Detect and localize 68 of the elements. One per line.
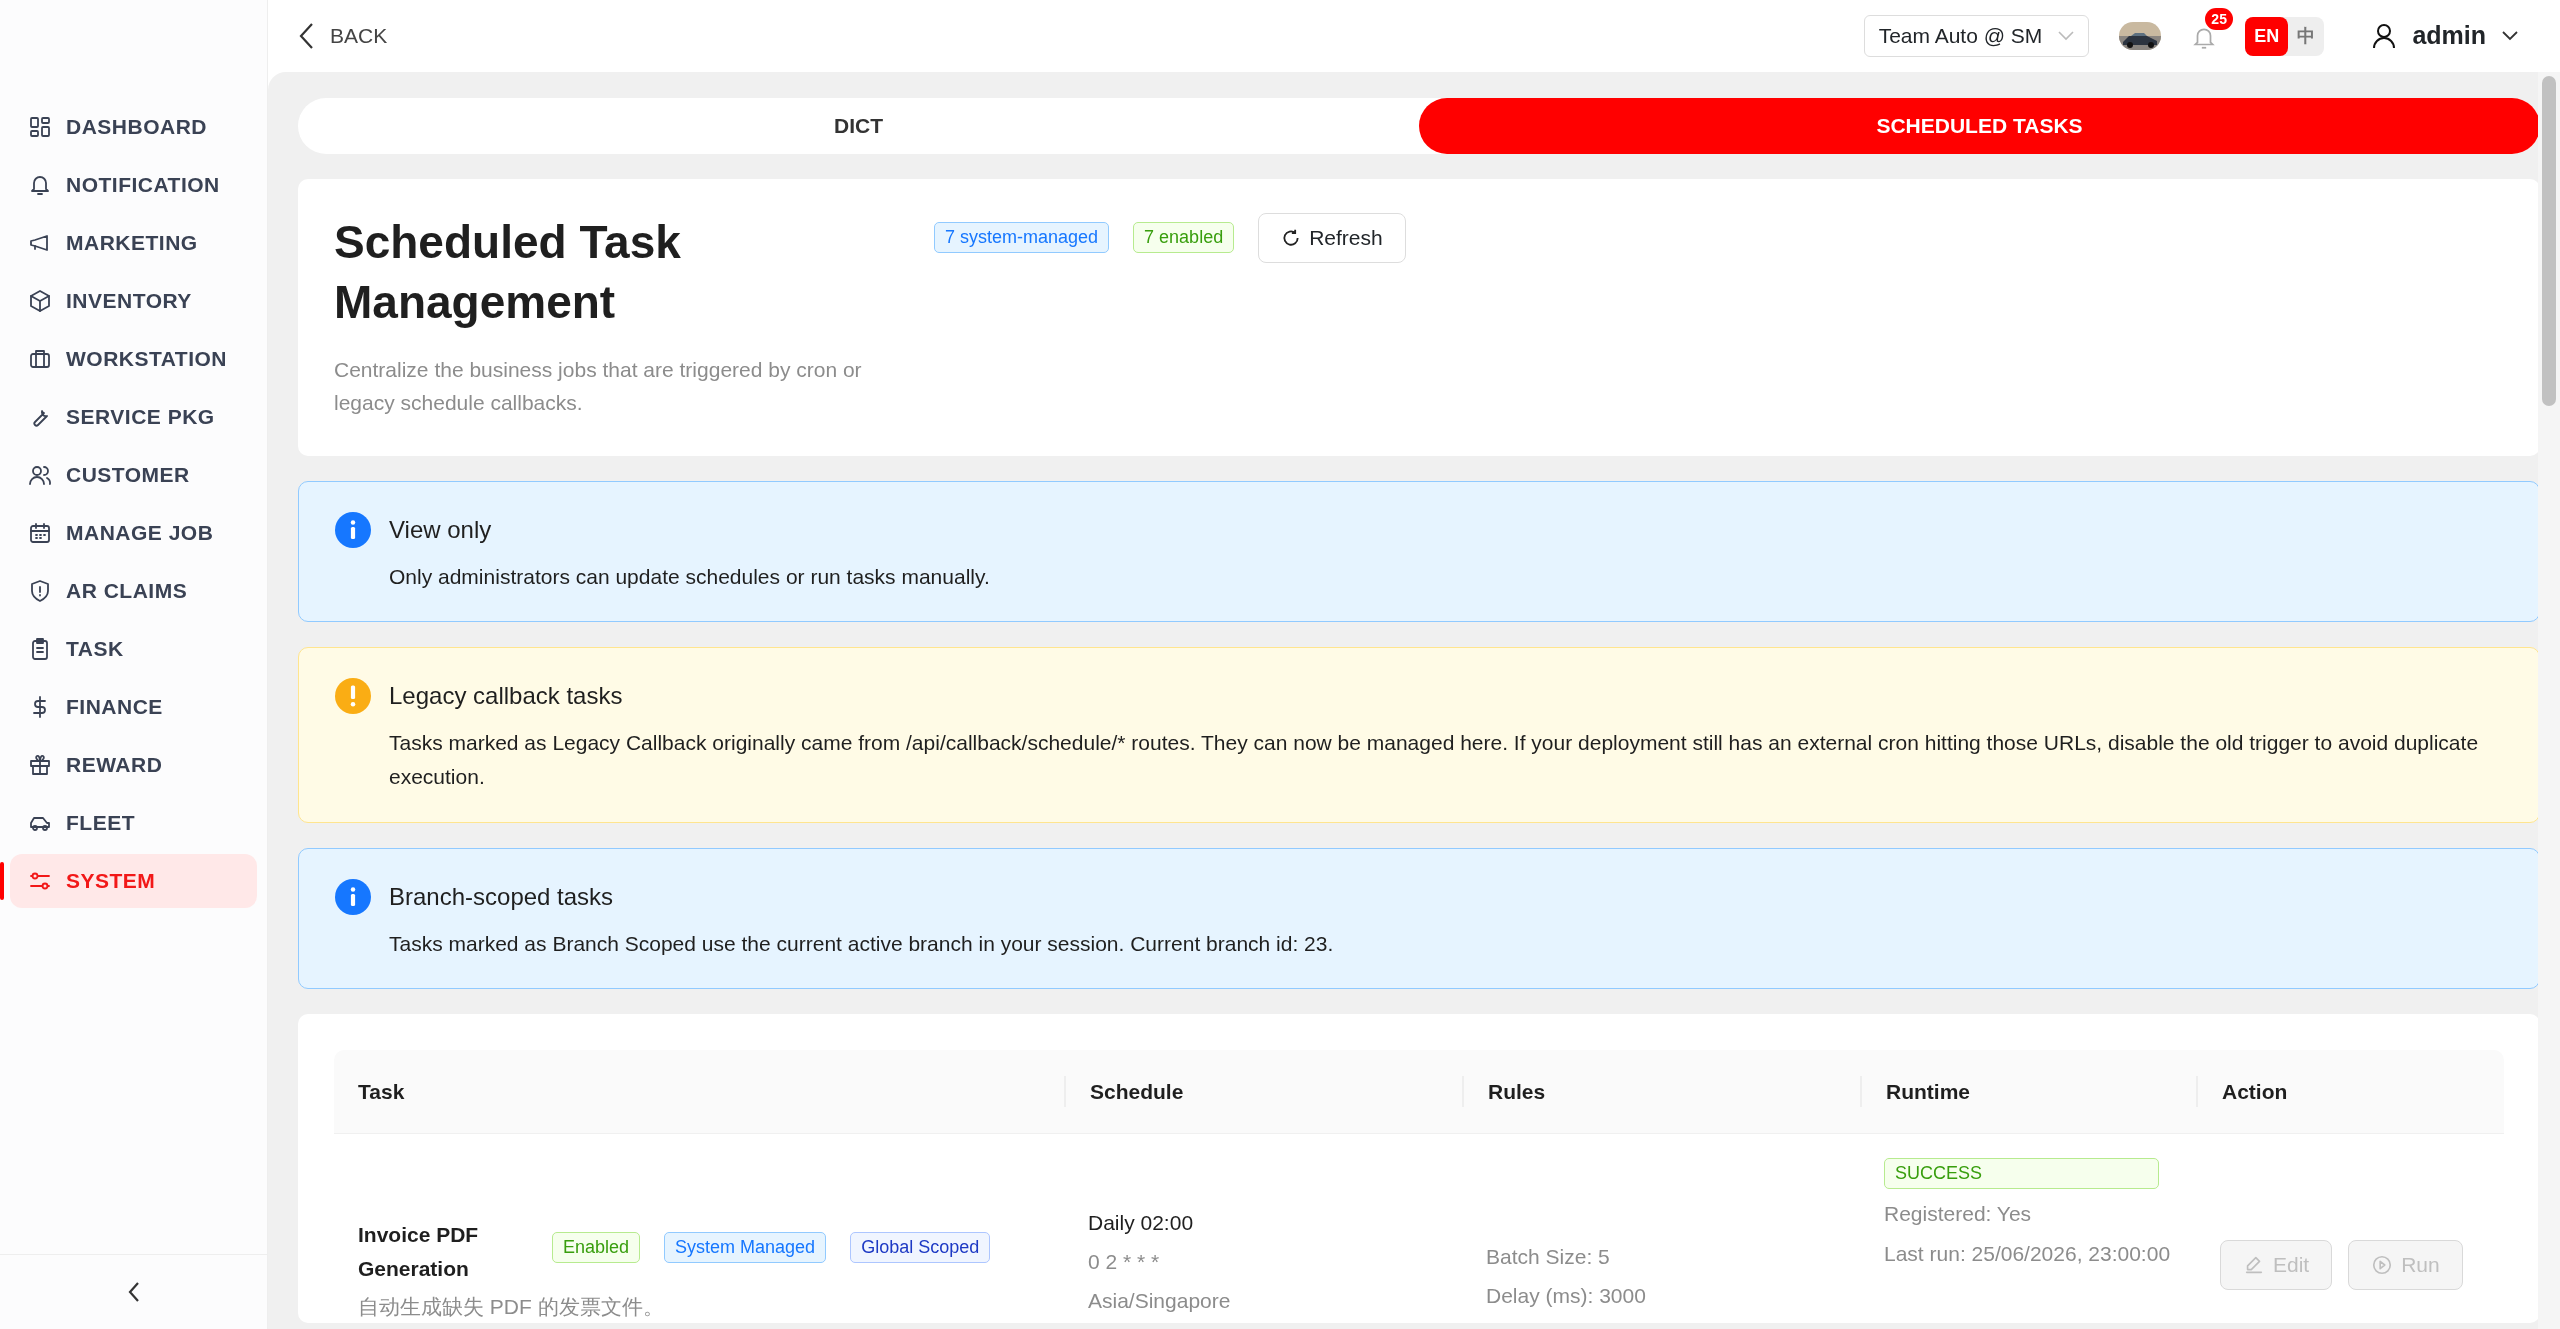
tab[interactable]: DICT: [298, 98, 1419, 154]
runtime-text: Registered: Yes: [1884, 1201, 2033, 1228]
grid-icon: [28, 115, 52, 139]
info-icon: [335, 511, 371, 548]
status-tag: Enabled: [552, 1232, 641, 1264]
sidebar-item[interactable]: MARKETING: [10, 216, 257, 270]
branch-select[interactable]: Team Auto @ SM: [1863, 15, 2090, 57]
box-icon: [28, 289, 52, 313]
column-header: Runtime: [1860, 1075, 2196, 1108]
collapse-icon[interactable]: [126, 1281, 141, 1303]
alert-text: Tasks marked as Branch Scoped use the current active branch in your session. Current branch id: 23.: [389, 930, 1334, 957]
sidebar-item[interactable]: TASK: [10, 622, 257, 676]
bell-icon: [28, 173, 52, 197]
back-button[interactable]: BACK: [298, 20, 388, 52]
runtime-text: Last run: 25/06/2026, 23:00:00: [1884, 1240, 2172, 1267]
user-icon: [2372, 23, 2397, 49]
chevron-down-icon: [2058, 31, 2075, 41]
alert-title: View only: [389, 514, 493, 545]
play-icon: [2371, 1253, 2394, 1276]
task-name: Invoice PDF Generation: [358, 1222, 480, 1282]
sidebar-item[interactable]: INVENTORY: [10, 274, 257, 328]
shield-icon: [28, 579, 52, 603]
count-tag: 7 enabled: [1133, 222, 1235, 254]
gift-icon: [28, 753, 52, 777]
language-toggle[interactable]: EN: [2245, 16, 2289, 56]
sidebar-item[interactable]: WORKSTATION: [10, 332, 257, 386]
users-icon: [28, 463, 52, 487]
notification-count: 25: [2205, 8, 2233, 31]
rule-text: Batch Size: 5: [1486, 1244, 1611, 1271]
status-tag: System Managed: [664, 1232, 827, 1264]
column-header: Rules: [1462, 1075, 1860, 1108]
alert-text: Only administrators can update schedules or run tasks manually.: [389, 563, 990, 590]
alert-text: Tasks marked as Legacy Callback originally came from /api/callback/schedule/* routes. They can now be managed here. If your deployment still has an external cron hitting those URLs, disable the old trigger to avoid duplicate execution.: [389, 730, 2480, 790]
task-description: 自动生成缺失 PDF 的发票文件。: [358, 1294, 665, 1321]
briefcase-icon: [28, 347, 52, 371]
tab[interactable]: SCHEDULED TASKS: [1419, 98, 2540, 154]
rule-text: Delay (ms): 3000: [1486, 1283, 1647, 1309]
alert-title: Legacy callback tasks: [389, 681, 624, 712]
sidebar-item[interactable]: FINANCE: [10, 680, 257, 734]
sidebar-item[interactable]: AR CLAIMS: [10, 564, 257, 618]
sidebar-item[interactable]: MANAGE JOB: [10, 506, 257, 560]
chevron-down-icon: [2502, 31, 2518, 41]
sidebar-item[interactable]: CUSTOMER: [10, 448, 257, 502]
info-icon: [335, 878, 371, 915]
page-subtitle: Centralize the business jobs that are triggered by cron or legacy schedule callbacks.: [334, 356, 863, 417]
column-header: Action: [2196, 1075, 2504, 1108]
sidebar-item[interactable]: REWARD: [10, 738, 257, 792]
scrollbar[interactable]: [2538, 72, 2560, 1329]
column-header: Task: [357, 1078, 406, 1105]
sidebar-item[interactable]: NOTIFICATION: [10, 158, 257, 212]
alert-title: Branch-scoped tasks: [389, 881, 615, 912]
timezone-text: Asia/Singapore: [1088, 1287, 1232, 1314]
calendar-icon: [28, 521, 52, 545]
language-toggle[interactable]: 中: [2288, 16, 2325, 56]
status-tag: SUCCESS: [1884, 1158, 2159, 1190]
exclamation-icon: [335, 678, 371, 715]
refresh-button[interactable]: Refresh: [1258, 213, 1406, 263]
sidebar-item[interactable]: DASHBOARD: [10, 100, 257, 154]
cron-expression: 0 2 * * *: [1088, 1249, 1161, 1275]
sidebar-item[interactable]: FLEET: [10, 796, 257, 850]
user-menu[interactable]: admin: [2360, 11, 2530, 61]
sidebar-item[interactable]: SERVICE PKG: [10, 390, 257, 444]
column-header: Schedule: [1064, 1075, 1462, 1108]
count-tag: 7 system-managed: [934, 222, 1110, 254]
status-tag: Global Scoped: [850, 1232, 991, 1264]
schedule-text: Daily 02:00: [1088, 1210, 1195, 1237]
page-title: Scheduled Task Management: [334, 215, 682, 330]
chevron-left-icon: [298, 22, 314, 50]
